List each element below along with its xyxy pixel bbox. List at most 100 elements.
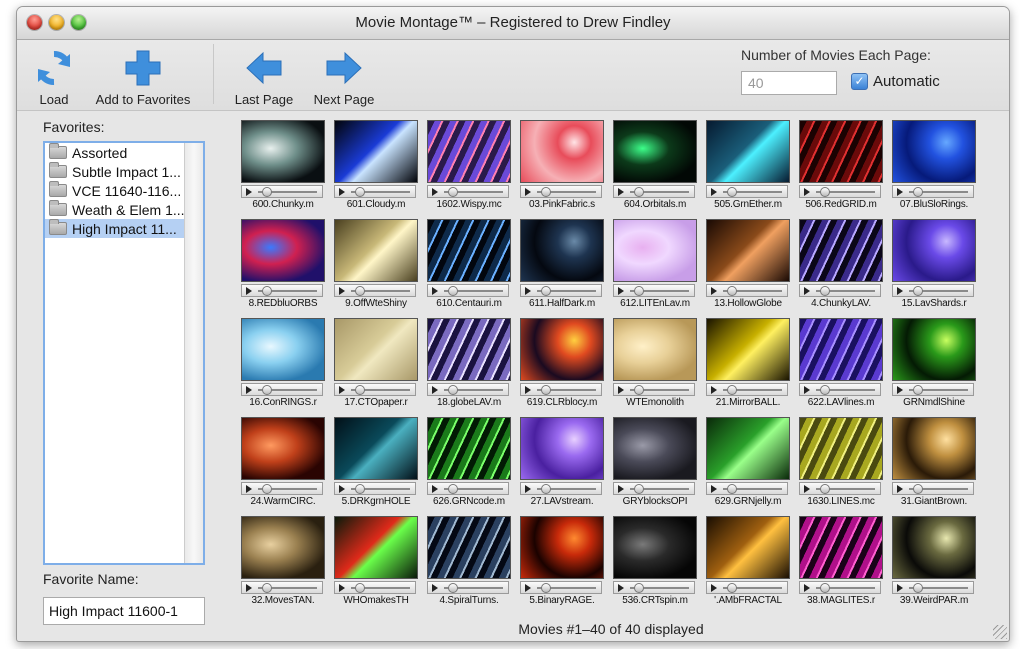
- movie-thumbnail[interactable]: [892, 219, 976, 282]
- movie-item[interactable]: 39.WeirdPAR.m: [892, 516, 976, 608]
- movie-item[interactable]: 24.WarmCIRC.: [241, 417, 325, 509]
- play-icon[interactable]: [804, 385, 810, 394]
- play-icon[interactable]: [525, 286, 531, 295]
- play-icon[interactable]: [339, 583, 345, 592]
- play-icon[interactable]: [339, 187, 345, 196]
- movie-thumbnail[interactable]: [613, 318, 697, 381]
- movie-thumbnail[interactable]: [334, 417, 418, 480]
- playback-slider-knob[interactable]: [541, 187, 551, 197]
- movie-thumbnail[interactable]: [613, 417, 697, 480]
- play-icon[interactable]: [804, 286, 810, 295]
- play-icon[interactable]: [804, 187, 810, 196]
- movie-thumbnail[interactable]: [520, 219, 604, 282]
- playback-slider-knob[interactable]: [820, 286, 830, 296]
- play-icon[interactable]: [897, 187, 903, 196]
- automatic-checkbox[interactable]: ✓ Automatic: [851, 73, 940, 90]
- play-icon[interactable]: [432, 187, 438, 196]
- movie-thumbnail[interactable]: [427, 516, 511, 579]
- load-button[interactable]: Load: [31, 48, 77, 107]
- movie-item[interactable]: 03.PinkFabric.s: [520, 120, 604, 212]
- movie-thumbnail[interactable]: [241, 516, 325, 579]
- movie-thumbnail[interactable]: [706, 120, 790, 183]
- playback-slider-knob[interactable]: [262, 286, 272, 296]
- playback-slider-knob[interactable]: [820, 484, 830, 494]
- movie-thumbnail[interactable]: [799, 120, 883, 183]
- movie-item[interactable]: WTEmonolith: [613, 318, 697, 410]
- playback-slider-knob[interactable]: [448, 187, 458, 197]
- movie-item[interactable]: 629.GRNjelly.m: [706, 417, 790, 509]
- movie-item[interactable]: 536.CRTspin.m: [613, 516, 697, 608]
- playback-slider-knob[interactable]: [262, 385, 272, 395]
- movie-item[interactable]: 5.BinaryRAGE.: [520, 516, 604, 608]
- playback-slider-knob[interactable]: [262, 583, 272, 593]
- playback-slider-knob[interactable]: [355, 484, 365, 494]
- playback-slider-knob[interactable]: [634, 583, 644, 593]
- playback-slider-knob[interactable]: [913, 187, 923, 197]
- movie-thumbnail[interactable]: [706, 219, 790, 282]
- play-icon[interactable]: [432, 385, 438, 394]
- play-icon[interactable]: [525, 385, 531, 394]
- movie-thumbnail[interactable]: [892, 120, 976, 183]
- movie-thumbnail[interactable]: [799, 516, 883, 579]
- movie-item[interactable]: 5.DRKgrnHOLE: [334, 417, 418, 509]
- playback-slider-knob[interactable]: [913, 286, 923, 296]
- play-icon[interactable]: [525, 583, 531, 592]
- movie-thumbnail[interactable]: [706, 516, 790, 579]
- movie-thumbnail[interactable]: [892, 417, 976, 480]
- movie-item[interactable]: 31.GiantBrown.: [892, 417, 976, 509]
- playback-slider-knob[interactable]: [913, 484, 923, 494]
- play-icon[interactable]: [618, 583, 624, 592]
- movie-item[interactable]: 600.Chunky.m: [241, 120, 325, 212]
- movie-thumbnail[interactable]: [613, 219, 697, 282]
- movie-item[interactable]: 622.LAVlines.m: [799, 318, 883, 410]
- movie-item[interactable]: '.AMbFRACTAL: [706, 516, 790, 608]
- favorite-item-vce[interactable]: VCE 11640-116...: [45, 181, 185, 200]
- movie-item[interactable]: 21.MirrorBALL.: [706, 318, 790, 410]
- play-icon[interactable]: [339, 484, 345, 493]
- movie-item[interactable]: 619.CLRblocy.m: [520, 318, 604, 410]
- movie-item[interactable]: 32.MovesTAN.: [241, 516, 325, 608]
- playback-slider-knob[interactable]: [355, 187, 365, 197]
- favorites-scrollbar[interactable]: [184, 143, 203, 563]
- movie-thumbnail[interactable]: [427, 219, 511, 282]
- movie-item[interactable]: WHOmakesTH: [334, 516, 418, 608]
- movie-item[interactable]: 9.OffWteShiny: [334, 219, 418, 311]
- play-icon[interactable]: [711, 187, 717, 196]
- movie-item[interactable]: 27.LAVstream.: [520, 417, 604, 509]
- movie-item[interactable]: 17.CTOpaper.r: [334, 318, 418, 410]
- playback-slider-knob[interactable]: [820, 583, 830, 593]
- movie-item[interactable]: 610.Centauri.m: [427, 219, 511, 311]
- play-icon[interactable]: [525, 187, 531, 196]
- movie-thumbnail[interactable]: [334, 516, 418, 579]
- movie-thumbnail[interactable]: [427, 417, 511, 480]
- movie-thumbnail[interactable]: [520, 318, 604, 381]
- play-icon[interactable]: [246, 583, 252, 592]
- movie-item[interactable]: 4.ChunkyLAV.: [799, 219, 883, 311]
- play-icon[interactable]: [711, 484, 717, 493]
- movie-item[interactable]: 8.REDbluORBS: [241, 219, 325, 311]
- playback-slider-knob[interactable]: [727, 583, 737, 593]
- movie-item[interactable]: 1630.LINES.mc: [799, 417, 883, 509]
- movie-thumbnail[interactable]: [613, 120, 697, 183]
- movie-item[interactable]: 506.RedGRID.m: [799, 120, 883, 212]
- movie-item[interactable]: 4.SpiralTurns.: [427, 516, 511, 608]
- playback-slider-knob[interactable]: [913, 385, 923, 395]
- play-icon[interactable]: [432, 583, 438, 592]
- playback-slider-knob[interactable]: [448, 583, 458, 593]
- playback-slider-knob[interactable]: [541, 286, 551, 296]
- favorite-item-high-impact[interactable]: High Impact 11...: [45, 219, 185, 238]
- play-icon[interactable]: [711, 286, 717, 295]
- movie-thumbnail[interactable]: [799, 417, 883, 480]
- movie-thumbnail[interactable]: [334, 120, 418, 183]
- play-icon[interactable]: [897, 385, 903, 394]
- movie-thumbnail[interactable]: [241, 120, 325, 183]
- playback-slider-knob[interactable]: [634, 286, 644, 296]
- movie-thumbnail[interactable]: [334, 219, 418, 282]
- play-icon[interactable]: [897, 484, 903, 493]
- movie-item[interactable]: 07.BluSloRings.: [892, 120, 976, 212]
- movie-item[interactable]: 612.LITEnLav.m: [613, 219, 697, 311]
- play-icon[interactable]: [804, 583, 810, 592]
- movie-thumbnail[interactable]: [799, 318, 883, 381]
- play-icon[interactable]: [711, 583, 717, 592]
- movie-thumbnail[interactable]: [520, 120, 604, 183]
